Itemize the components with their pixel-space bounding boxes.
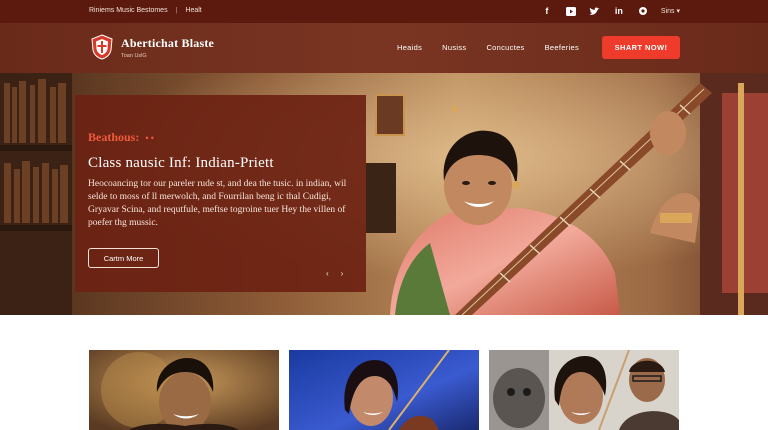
nav-item-heaids[interactable]: Heaids (397, 43, 422, 52)
top-bar: Riniems Music Bestomes | Healt f in Sins… (0, 0, 768, 23)
nav-item-concuctes[interactable]: Concuctes (486, 43, 524, 52)
gallery-image-3[interactable] (489, 350, 679, 430)
top-bar-links: Riniems Music Bestomes | Healt (89, 7, 202, 14)
top-link-health[interactable]: Healt (185, 7, 201, 14)
social-links: f in Sins ▾ (541, 5, 680, 17)
signin-link[interactable]: Sins ▾ (661, 7, 680, 15)
hero-section: Beathous: • • Class nausic Inf: Indian-Pr… (0, 73, 768, 315)
brand-title: Abertichat Blaste (121, 35, 215, 50)
gallery-image-1[interactable] (89, 350, 279, 430)
gear-icon[interactable] (637, 5, 649, 17)
hero-kicker: Beathous: • • (88, 130, 154, 145)
hero-kicker-dots: • • (145, 133, 154, 143)
learn-more-button[interactable]: Cartm More (88, 248, 159, 268)
chevron-left-icon[interactable]: ‹ (326, 269, 329, 278)
hero-title: Class nausic Inf: Indian-Priett (88, 155, 274, 171)
signin-label: Sins (660, 8, 675, 15)
nav-item-beeferies[interactable]: Beeferies (545, 43, 579, 52)
top-link-music[interactable]: Riniems Music Bestomes (89, 7, 168, 14)
facebook-icon[interactable]: f (541, 5, 553, 17)
youtube-icon[interactable] (565, 5, 577, 17)
brand-subtitle: Toan UslG (121, 52, 147, 59)
brand-text: Abertichat Blaste Toan UslG (121, 36, 214, 59)
linkedin-icon[interactable]: in (613, 5, 625, 17)
main-nav: Heaids Nusiss Concuctes Beeferies (397, 43, 579, 52)
hero-body: Heocoancing tor our pareler rude st, and… (88, 179, 347, 228)
chevron-right-icon[interactable]: › (341, 269, 344, 278)
crest-icon (89, 34, 115, 60)
start-now-button[interactable]: SHART NOW! (602, 36, 680, 59)
hero-card: Beathous: • • Class nausic Inf: Indian-Pr… (75, 95, 366, 292)
gallery (89, 350, 679, 430)
site-header: Abertichat Blaste Toan UslG Heaids Nusis… (0, 23, 768, 73)
brand-logo[interactable]: Abertichat Blaste Toan UslG (89, 34, 214, 60)
slider-arrows: ‹ › (326, 269, 343, 278)
divider: | (175, 7, 178, 14)
chevron-down-icon: ▾ (676, 8, 680, 15)
twitter-icon[interactable] (589, 5, 601, 17)
nav-item-nusiss[interactable]: Nusiss (442, 43, 466, 52)
hero-kicker-text: Beathous: (88, 130, 140, 144)
gallery-image-2[interactable] (289, 350, 479, 430)
